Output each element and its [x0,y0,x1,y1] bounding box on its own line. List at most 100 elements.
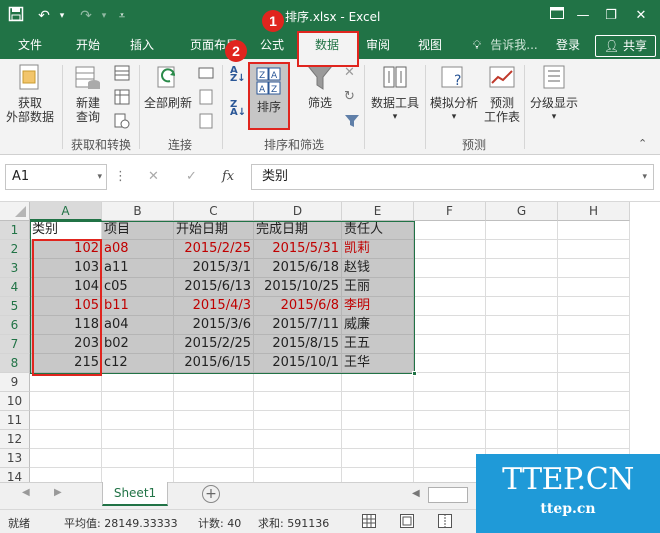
sign-in-link[interactable]: 登录 [550,32,586,59]
cell[interactable] [174,373,254,392]
cell[interactable] [414,430,486,449]
cell[interactable] [342,373,414,392]
cell[interactable] [342,449,414,468]
sort-z-to-a-icon[interactable]: Z A↓ [230,100,246,118]
cell[interactable]: 威廉 [342,316,414,335]
row-header-9[interactable]: 9 [0,373,30,392]
cell[interactable] [102,430,174,449]
cell[interactable]: b11 [102,297,174,316]
sort-a-to-z-icon[interactable]: A Z↓ [230,66,246,84]
cell[interactable] [414,240,486,259]
cell[interactable]: 2015/3/6 [174,316,254,335]
cell[interactable] [414,354,486,373]
more-options-icon[interactable]: ⋮ [114,164,127,190]
cell[interactable]: 2015/3/1 [174,259,254,278]
tell-me-box[interactable]: 告诉我... [486,32,542,59]
fill-handle[interactable] [412,371,417,376]
tab-insert[interactable]: 插入 [116,32,168,59]
cell[interactable] [174,449,254,468]
cell[interactable] [486,316,558,335]
cell[interactable]: c12 [102,354,174,373]
cell[interactable] [174,430,254,449]
column-header-h[interactable]: H [558,202,630,221]
cell[interactable] [558,335,630,354]
scroll-left-icon[interactable]: ◀ [22,487,30,498]
tab-formulas[interactable]: 公式 [252,32,292,59]
normal-view-icon[interactable] [362,514,376,531]
cell[interactable]: 2015/6/15 [174,354,254,373]
cell[interactable] [342,468,414,482]
row-header-5[interactable]: 5 [0,297,30,316]
cell[interactable] [342,392,414,411]
minimize-icon[interactable]: — [570,4,596,28]
cell[interactable]: 2015/5/31 [254,240,342,259]
lightbulb-icon[interactable]: 💡︎ [470,32,484,59]
row-header-1[interactable]: 1 [0,221,30,240]
row-header-14[interactable]: 14 [0,468,30,482]
cell[interactable] [174,392,254,411]
cell[interactable] [414,278,486,297]
clear-filter-icon[interactable]: ✕ [344,65,360,81]
cancel-icon[interactable]: ✕ [148,164,162,190]
cell[interactable] [414,335,486,354]
cell[interactable]: 责任人 [342,221,414,240]
row-header-11[interactable]: 11 [0,411,30,430]
cell[interactable]: 王丽 [342,278,414,297]
connections-icon[interactable] [198,65,214,81]
cell[interactable] [102,449,174,468]
cell[interactable]: 项目 [102,221,174,240]
cell[interactable]: 赵钱 [342,259,414,278]
ribbon-display-options-icon[interactable] [544,4,570,28]
cell[interactable] [558,278,630,297]
cell[interactable] [414,316,486,335]
cell[interactable]: 2015/7/11 [254,316,342,335]
cell[interactable]: 2015/2/25 [174,240,254,259]
properties-icon[interactable] [198,89,214,105]
customize-toolbar-icon[interactable]: ⩡ [112,6,132,26]
cell[interactable] [254,392,342,411]
edit-links-icon[interactable] [198,113,214,129]
cell[interactable] [102,468,174,482]
cell[interactable]: 凯莉 [342,240,414,259]
column-header-c[interactable]: C [174,202,254,221]
cell[interactable] [558,430,630,449]
cell[interactable] [486,297,558,316]
cell[interactable] [414,392,486,411]
cell[interactable] [558,316,630,335]
enter-icon[interactable]: ✓ [186,164,200,190]
cell[interactable] [414,221,486,240]
sheet-tab-sheet1[interactable]: Sheet1 [102,482,168,506]
cell[interactable] [254,411,342,430]
data-tools-button[interactable]: 数据工具 ▾ [366,63,424,124]
cell[interactable]: 开始日期 [174,221,254,240]
cell[interactable] [102,392,174,411]
cell[interactable]: 2015/6/18 [254,259,342,278]
save-icon[interactable] [6,6,26,26]
chevron-down-icon[interactable]: ▾ [97,165,102,189]
select-all-corner[interactable] [0,202,30,221]
expand-formula-icon[interactable]: ▾ [642,165,647,189]
refresh-all-button[interactable]: 全部刷新 [142,63,194,110]
cell[interactable] [102,373,174,392]
row-header-4[interactable]: 4 [0,278,30,297]
cell[interactable] [254,449,342,468]
cell[interactable] [414,259,486,278]
row-header-12[interactable]: 12 [0,430,30,449]
cell[interactable]: 2015/6/13 [174,278,254,297]
cell[interactable]: 2015/4/3 [174,297,254,316]
from-table-icon[interactable] [114,89,130,105]
tab-home[interactable]: 开始 [62,32,114,59]
cell[interactable] [558,392,630,411]
row-header-13[interactable]: 13 [0,449,30,468]
row-header-7[interactable]: 7 [0,335,30,354]
cell[interactable]: 类别 [30,221,102,240]
cell[interactable] [342,411,414,430]
add-sheet-icon[interactable]: + [202,485,220,503]
cell[interactable] [486,354,558,373]
cell[interactable] [254,430,342,449]
cell[interactable] [30,468,102,482]
what-if-analysis-button[interactable]: ? 模拟分析 ▾ [426,63,482,124]
redo-dropdown-icon[interactable]: ▾ [94,6,114,26]
cell[interactable] [486,221,558,240]
column-header-b[interactable]: B [102,202,174,221]
